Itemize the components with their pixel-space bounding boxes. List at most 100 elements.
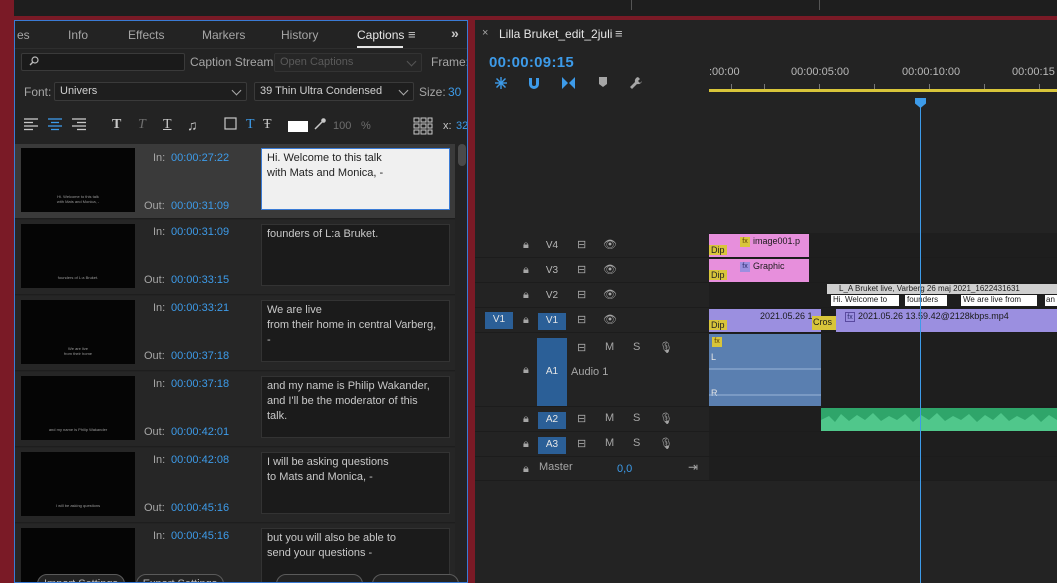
track-lane[interactable] [709,407,1057,431]
lock-icon[interactable]: 🔒︎ [523,413,529,426]
track-lane[interactable]: 2021.05.26 1 Dip Cros fx 2021.05.26 13.59… [709,308,1057,332]
bold-icon[interactable]: T [112,117,121,135]
dip-transition[interactable]: Dip [709,320,727,330]
import-settings-button[interactable]: Import Settings [37,574,125,582]
work-area-bar[interactable] [709,89,1057,92]
caption-text-field[interactable]: Hi. Welcome to this talk with Mats and M… [261,148,450,210]
caption-clip[interactable]: founders [905,295,947,306]
in-timecode[interactable]: 00:00:27:22 [171,152,229,164]
track-name[interactable]: A2 [538,412,566,429]
sync-lock-icon[interactable]: ⊟ [577,263,586,276]
mute-button[interactable]: M [605,437,614,449]
text-color-icon[interactable]: T [246,117,255,135]
caption-list-scrollbar[interactable] [458,142,466,582]
in-timecode[interactable]: 00:00:45:16 [171,530,229,542]
sync-lock-icon[interactable]: ⊟ [577,341,586,354]
microphone-icon[interactable]: 🎙︎ [659,341,673,354]
tab-effects[interactable]: Effects [128,28,164,42]
source-patch-a1[interactable]: A1 [537,338,567,406]
track-name[interactable]: V3 [538,263,566,280]
sequence-tab[interactable]: Lilla Bruket_edit_2juli [499,27,612,41]
lock-icon[interactable]: 🔒︎ [523,438,529,451]
lock-icon[interactable]: 🔒︎ [523,264,529,277]
dip-transition[interactable]: Dip [709,270,727,280]
eye-icon[interactable]: 👁︎ [603,263,617,276]
time-ruler[interactable]: :00:00 00:00:05:00 00:00:10:00 00:00:15 [709,60,1057,94]
out-timecode[interactable]: 00:00:31:09 [171,200,229,212]
x-value[interactable]: 32 [456,120,467,138]
track-name[interactable]: V2 [538,288,566,305]
add-caption-button[interactable] [276,574,363,582]
edge-color-icon[interactable]: Ŧ [263,117,272,135]
clip-graphic[interactable]: fx Graphic Dip [709,259,809,282]
music-note-icon[interactable]: ♫ [187,117,198,135]
sync-lock-icon[interactable]: ⊟ [577,288,586,301]
out-timecode[interactable]: 00:00:33:15 [171,274,229,286]
clip-v1-b[interactable]: fx 2021.05.26 13.59.42@2128kbps.mp4 [836,309,1057,332]
cross-dissolve-transition[interactable]: Cros [812,316,836,330]
dip-transition[interactable]: Dip [709,245,727,255]
sequence-menu-icon[interactable]: ≡ [615,26,623,41]
caption-text-field[interactable]: We are live from their home in central V… [261,300,450,362]
track-name[interactable]: A3 [538,437,566,454]
tab-overflow-icon[interactable]: » [451,25,459,41]
eyedropper-icon[interactable] [313,117,327,135]
close-icon[interactable]: × [482,27,488,39]
clip-audio-a2[interactable] [821,408,1057,431]
lock-icon[interactable]: 🔒︎ [523,364,529,377]
lock-icon[interactable]: 🔒︎ [523,314,529,327]
track-name[interactable]: V1 [538,313,566,330]
tab-history[interactable]: History [281,28,318,42]
remove-caption-button[interactable] [372,574,459,582]
playhead-timecode[interactable]: 00:00:09:15 [489,54,574,71]
align-center-icon[interactable] [47,117,63,135]
track-lane[interactable]: fx L R [709,333,1057,406]
clip-image001[interactable]: fx image001.p Dip [709,234,809,257]
eye-icon[interactable]: 👁︎ [603,313,617,326]
eye-icon[interactable]: 👁︎ [603,238,617,251]
caption-row[interactable]: We are live from their home In: 00:00:33… [15,296,455,371]
in-timecode[interactable]: 00:00:42:08 [171,454,229,466]
size-value[interactable]: 30 [448,85,461,99]
underline-icon[interactable]: T [163,117,172,135]
caption-row[interactable]: founders of L:a Bruket. In: 00:00:31:09 … [15,220,455,295]
sync-lock-icon[interactable]: ⊟ [577,238,586,251]
in-timecode[interactable]: 00:00:37:18 [171,378,229,390]
clip-audio-a1[interactable]: fx L R [709,334,821,406]
nest-toggle-icon[interactable] [494,76,508,93]
mute-button[interactable]: M [605,341,614,353]
microphone-icon[interactable]: 🎙︎ [659,412,673,425]
position-grid-icon[interactable] [413,117,433,135]
tab-captions[interactable]: Captions [357,28,404,42]
microphone-icon[interactable]: 🎙︎ [659,437,673,450]
italic-icon[interactable]: T [138,117,146,135]
mute-button[interactable]: M [605,412,614,424]
export-settings-button[interactable]: Export Settings [136,574,224,582]
align-left-icon[interactable] [23,117,39,135]
sync-lock-icon[interactable]: ⊟ [577,437,586,450]
opacity-value[interactable]: 100 [333,120,351,138]
go-to-end-icon[interactable]: ⇥ [688,460,698,474]
caption-row[interactable]: Hi. Welcome to this talk with Mats and M… [15,144,455,219]
linked-selection-icon[interactable] [561,76,576,93]
track-name[interactable]: V4 [538,238,566,255]
caption-clip[interactable]: We are live from [961,295,1037,306]
solo-button[interactable]: S [633,341,640,353]
add-marker-icon[interactable] [598,76,608,91]
caption-row[interactable]: and my name is Philip Wakander In: 00:00… [15,372,455,447]
playhead-line[interactable] [920,100,921,583]
font-style-dropdown[interactable]: 39 Thin Ultra Condensed [254,82,414,101]
caption-text-field[interactable]: I will be asking questions to Mats and M… [261,452,450,514]
out-timecode[interactable]: 00:00:37:18 [171,350,229,362]
solo-button[interactable]: S [633,412,640,424]
track-lane[interactable]: fx Graphic Dip [709,258,1057,282]
caption-text-field[interactable]: and my name is Philip Wakander, and I'll… [261,376,450,438]
caption-clip[interactable]: Hi. Welcome to [831,295,899,306]
in-timecode[interactable]: 00:00:33:21 [171,302,229,314]
out-timecode[interactable]: 00:00:42:01 [171,426,229,438]
lock-icon[interactable]: 🔒︎ [523,289,529,302]
solo-button[interactable]: S [633,437,640,449]
track-lane[interactable]: fx image001.p Dip [709,233,1057,257]
snap-magnet-icon[interactable] [527,76,541,93]
align-right-icon[interactable] [71,117,87,135]
